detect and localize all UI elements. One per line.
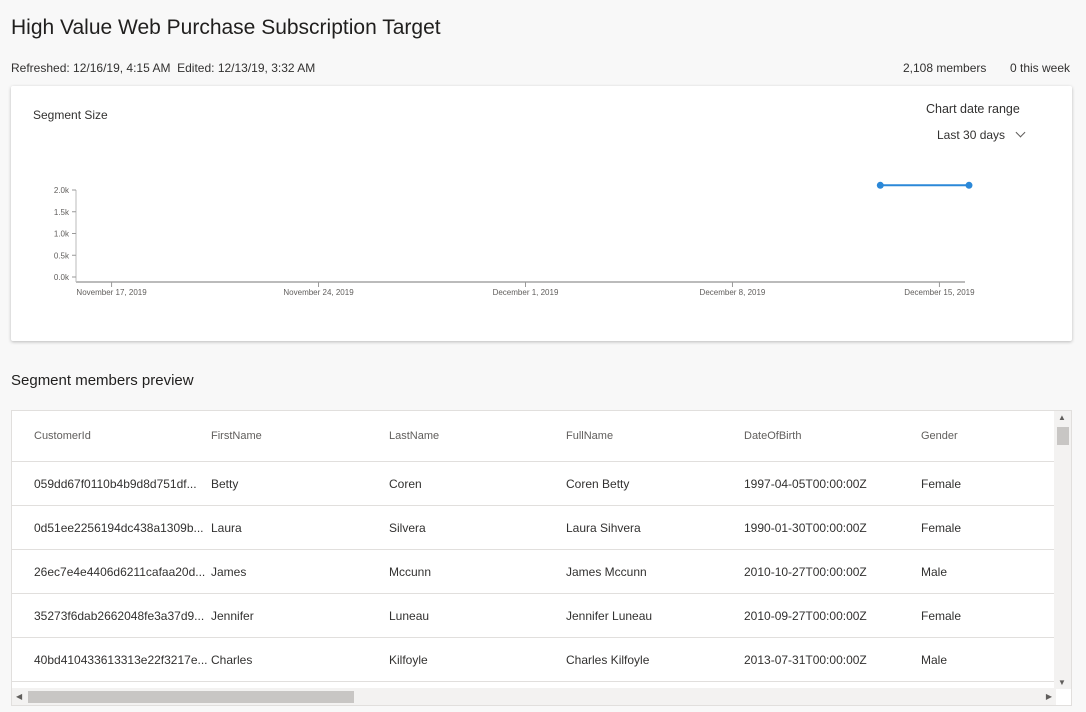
edited-text: Edited: 12/13/19, 3:32 AM (177, 61, 316, 75)
table-cell: Female (921, 477, 962, 491)
column-header-dateofbirth[interactable]: DateOfBirth (744, 411, 801, 462)
x-tick-label: December 15, 2019 (904, 288, 975, 297)
column-header-lastname[interactable]: LastName (389, 411, 439, 462)
horizontal-scroll-thumb[interactable] (28, 691, 354, 703)
table-cell: Luneau (389, 609, 430, 623)
table-cell: Male (921, 565, 948, 579)
this-week-count: 0 this week (1010, 61, 1071, 75)
x-tick-label: November 17, 2019 (76, 288, 147, 297)
segment-size-card: Segment Size Chart date range Last 30 da… (11, 86, 1072, 341)
table-row[interactable]: 0d51ee2256194dc438a1309b... Laura Silvera L… (12, 506, 1056, 550)
y-tick-label: 1.5k (54, 208, 70, 217)
data-point (876, 181, 884, 189)
y-tick-label: 2.0k (54, 186, 70, 195)
table-cell: Female (921, 609, 962, 623)
column-header-gender[interactable]: Gender (921, 411, 958, 462)
table-row[interactable]: 059dd67f0110b4b9d8d751df... Betty Coren Cor… (12, 462, 1056, 506)
table-cell: Coren (389, 477, 422, 491)
table-row[interactable]: 40bd410433613313e22f3217e... Charles Kilfo… (12, 638, 1056, 682)
vertical-scrollbar[interactable]: ▲ ▼ (1054, 411, 1071, 689)
table-cell: 35273f6dab2662048fe3a37d9... (34, 609, 205, 623)
table-cell: 2010-09-27T00:00:00Z (744, 609, 867, 623)
y-tick-label: 0.5k (54, 251, 70, 260)
table-cell: 1997-04-05T00:00:00Z (744, 477, 867, 491)
table-cell: James Mccunn (566, 565, 647, 579)
refreshed-text: Refreshed: 12/16/19, 4:15 AM (11, 61, 171, 75)
table-cell: 059dd67f0110b4b9d8d751df... (34, 477, 197, 491)
column-header-fullname[interactable]: FullName (566, 411, 613, 462)
table-cell: Female (921, 521, 962, 535)
table-cell: 2013-07-31T00:00:00Z (744, 653, 867, 667)
table-cell: Jennifer Luneau (566, 609, 653, 623)
y-tick-label: 1.0k (54, 230, 70, 239)
table-cell: Male (921, 653, 948, 667)
table-cell: 26ec7e4e4406d6211cafaa20d... (34, 565, 206, 579)
table-cell: Coren Betty (566, 477, 630, 491)
table-cell: 0d51ee2256194dc438a1309b... (34, 521, 204, 535)
preview-title: Segment members preview (11, 372, 194, 389)
vertical-scroll-thumb[interactable] (1057, 427, 1069, 445)
x-tick-label: November 24, 2019 (283, 288, 354, 297)
x-tick-label: December 8, 2019 (700, 288, 766, 297)
horizontal-scrollbar[interactable]: ◀ ▶ (12, 688, 1056, 705)
table-cell: James (211, 565, 247, 579)
table-cell: Jennifer (211, 609, 254, 623)
members-count: 2,108 members (903, 61, 987, 75)
data-point (965, 181, 973, 189)
table-cell: Silvera (389, 521, 426, 535)
members-table: CustomerId FirstName LastName FullName DateO… (11, 410, 1072, 706)
table-cell: Laura Sihvera (566, 521, 641, 535)
table-cell: 2010-10-27T00:00:00Z (744, 565, 867, 579)
table-cell: Charles Kilfoyle (566, 653, 650, 667)
table-cell: Charles (211, 653, 253, 667)
table-header-row: CustomerId FirstName LastName FullName DateO… (12, 411, 1056, 462)
table-row[interactable]: 26ec7e4e4406d6211cafaa20d... James Mccunn J… (12, 550, 1056, 594)
table-cell: Kilfoyle (389, 653, 428, 667)
column-header-customerid[interactable]: CustomerId (34, 411, 91, 462)
page-title: High Value Web Purchase Subscription Tar… (11, 16, 441, 39)
table-cell: Laura (211, 521, 242, 535)
column-header-firstname[interactable]: FirstName (211, 411, 262, 462)
segment-size-chart: 0.0k 0.5k 1.0k 1.5k 2.0k November 17, 2019 Nov… (54, 181, 975, 297)
x-tick-label: December 1, 2019 (493, 288, 559, 297)
table-cell: Mccunn (389, 565, 432, 579)
table-row[interactable]: 35273f6dab2662048fe3a37d9... Jennifer Lune… (12, 594, 1056, 638)
table-cell: 40bd410433613313e22f3217e... (34, 653, 208, 667)
y-tick-label: 0.0k (54, 273, 70, 282)
refreshed-time: Refreshed: 12/16/19, 4:15 AM Edited: 12/… (11, 61, 315, 75)
table-cell: 1990-01-30T00:00:00Z (744, 521, 867, 535)
table-cell: Betty (211, 477, 239, 491)
